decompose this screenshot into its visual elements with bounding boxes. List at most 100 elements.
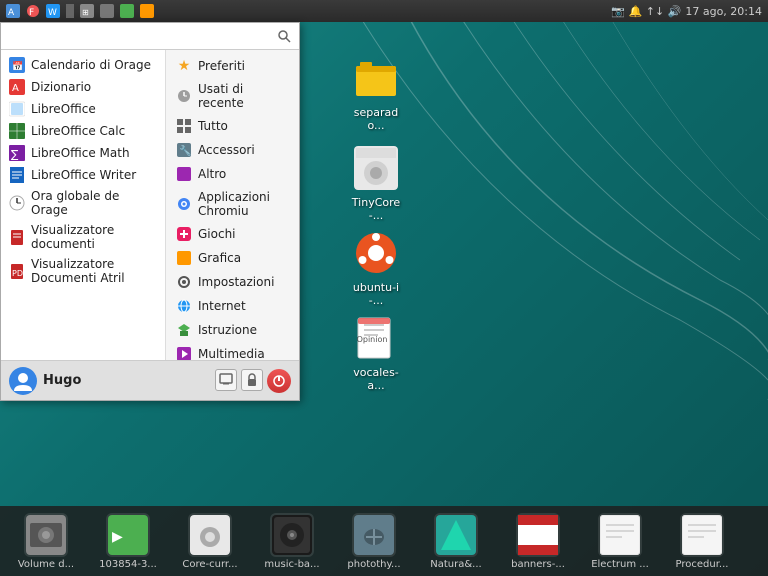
menu-item-calc[interactable]: LibreOffice Calc	[1, 120, 165, 142]
desktop-icon-vocales[interactable]: Opinion vocales-a...	[340, 310, 412, 397]
cat-label: Grafica	[198, 251, 241, 265]
visudocatril-icon: PDF	[9, 263, 25, 279]
svg-text:∑: ∑	[11, 148, 19, 161]
lock-btn[interactable]	[241, 369, 263, 391]
cat-label: Internet	[198, 299, 246, 313]
cat-label: Applicazioni Chromiu	[198, 190, 289, 218]
vocales-label: vocales-a...	[344, 365, 408, 393]
cat-label: Preferiti	[198, 59, 245, 73]
separado-img	[352, 54, 400, 102]
cat-grafica[interactable]: Grafica	[166, 246, 299, 270]
cat-istruzione[interactable]: Istruzione	[166, 318, 299, 342]
menu-item-label: LibreOffice Writer	[31, 168, 136, 182]
taskbar-icon-8[interactable]	[138, 2, 156, 20]
dock-photo-img	[352, 513, 396, 557]
bottom-buttons	[215, 369, 291, 393]
menu-item-label: LibreOffice Math	[31, 146, 130, 160]
taskbar-time: 17 ago, 20:14	[685, 5, 762, 18]
menu-item-calendario[interactable]: 📅 Calendario di Orage	[1, 54, 165, 76]
taskbar-icon-3[interactable]: W	[44, 2, 62, 20]
menu-bottom-bar: Hugo	[1, 360, 299, 400]
dock-procedur[interactable]: Procedur...	[666, 513, 738, 570]
taskbar-icon-4[interactable]	[66, 4, 74, 18]
dizionario-icon: A	[9, 79, 25, 95]
dock-volume-img	[24, 513, 68, 557]
cat-recente[interactable]: Usati di recente	[166, 78, 299, 114]
taskbar-icon-1[interactable]: A	[4, 2, 22, 20]
svg-text:PDF: PDF	[12, 269, 25, 278]
desktop-icon-separado[interactable]: separado...	[340, 50, 412, 137]
screen-btn[interactable]	[215, 369, 237, 391]
desktop-icon-tinycore[interactable]: TinyCore-...	[340, 140, 412, 227]
cat-impostazioni[interactable]: Impostazioni	[166, 270, 299, 294]
menu-item-dizionario[interactable]: A Dizionario	[1, 76, 165, 98]
cat-tutto[interactable]: Tutto	[166, 114, 299, 138]
ubuntu-img	[352, 229, 400, 277]
tinycore-img	[352, 144, 400, 192]
menu-item-math[interactable]: ∑ LibreOffice Math	[1, 142, 165, 164]
dock-core-label: Core-curr...	[182, 559, 237, 570]
menu-item-label: Visualizzatore Documenti Atril	[31, 257, 157, 285]
dock-103854[interactable]: ▶ 103854-3...	[92, 513, 164, 570]
dock-natura[interactable]: Natura&...	[420, 513, 492, 570]
svg-text:W: W	[48, 8, 57, 18]
writer-icon	[9, 167, 25, 183]
dock-103854-label: 103854-3...	[99, 559, 157, 570]
user-name: Hugo	[43, 373, 209, 388]
istruzione-icon	[176, 322, 192, 338]
search-input[interactable]	[7, 29, 275, 43]
dock-103854-img: ▶	[106, 513, 150, 557]
power-button[interactable]	[267, 369, 291, 393]
menu-item-ora[interactable]: Ora globale de Orage	[1, 186, 165, 220]
menu-item-label: Ora globale de Orage	[31, 189, 157, 217]
grafica-icon	[176, 250, 192, 266]
dock-music[interactable]: music-ba...	[256, 513, 328, 570]
tinycore-label: TinyCore-...	[344, 195, 408, 223]
menu-item-label: Calendario di Orage	[31, 58, 151, 72]
taskbar-icon-6[interactable]	[98, 2, 116, 20]
dock-photo-label: photothy...	[347, 559, 400, 570]
taskbar-icon-5[interactable]: ⊞	[78, 2, 96, 20]
dock-music-label: music-ba...	[264, 559, 319, 570]
cat-chromium[interactable]: Applicazioni Chromiu	[166, 186, 299, 222]
accessori-icon: 🔧	[176, 142, 192, 158]
desktop-icon-ubuntu[interactable]: ubuntu-i-...	[340, 225, 412, 312]
menu-item-libreoffice[interactable]: LibreOffice	[1, 98, 165, 120]
dock-procedur-label: Procedur...	[676, 559, 729, 570]
dock-banners[interactable]: banners-...	[502, 513, 574, 570]
menu-right-panel: ★ Preferiti Usati di recente Tutto 🔧 Acc…	[166, 50, 299, 360]
cat-multimedia[interactable]: Multimedia	[166, 342, 299, 360]
menu-item-writer[interactable]: LibreOffice Writer	[1, 164, 165, 186]
dock-core-img	[188, 513, 232, 557]
dock-electrum[interactable]: Electrum ...	[584, 513, 656, 570]
impostazioni-icon	[176, 274, 192, 290]
cat-preferiti[interactable]: ★ Preferiti	[166, 54, 299, 78]
taskbar-icon-7[interactable]	[118, 2, 136, 20]
taskbar-icon-2[interactable]: F	[24, 2, 42, 20]
dock-volume[interactable]: Volume d...	[10, 513, 82, 570]
cat-giochi[interactable]: Giochi	[166, 222, 299, 246]
cat-accessori[interactable]: 🔧 Accessori	[166, 138, 299, 162]
tutto-icon	[176, 118, 192, 134]
menu-item-label: LibreOffice Calc	[31, 124, 125, 138]
cat-label: Accessori	[198, 143, 255, 157]
cat-internet[interactable]: Internet	[166, 294, 299, 318]
taskbar-right-icons: 📷 🔔 ↑↓ 🔊 17 ago, 20:14	[605, 5, 768, 18]
taskbar-top: A F W ⊞ 📷 🔔 ↑↓ 🔊 17 ago, 2	[0, 0, 768, 22]
menu-item-visudocatril[interactable]: PDF Visualizzatore Documenti Atril	[1, 254, 165, 288]
dock-electrum-img	[598, 513, 642, 557]
cat-altro[interactable]: Altro	[166, 162, 299, 186]
search-button[interactable]	[275, 27, 293, 45]
svg-text:🔧: 🔧	[179, 144, 191, 157]
dock-banners-img	[516, 513, 560, 557]
cat-label: Impostazioni	[198, 275, 274, 289]
menu-item-visudoc[interactable]: Visualizzatore documenti	[1, 220, 165, 254]
dock-electrum-label: Electrum ...	[591, 559, 649, 570]
dock-photo[interactable]: photothy...	[338, 513, 410, 570]
cat-label: Multimedia	[198, 347, 265, 360]
menu-body: 📅 Calendario di Orage A Dizionario Libre…	[1, 50, 299, 360]
dock-banners-label: banners-...	[511, 559, 565, 570]
dock-core[interactable]: Core-curr...	[174, 513, 246, 570]
svg-text:▶: ▶	[112, 529, 123, 545]
menu-item-label: Visualizzatore documenti	[31, 223, 157, 251]
